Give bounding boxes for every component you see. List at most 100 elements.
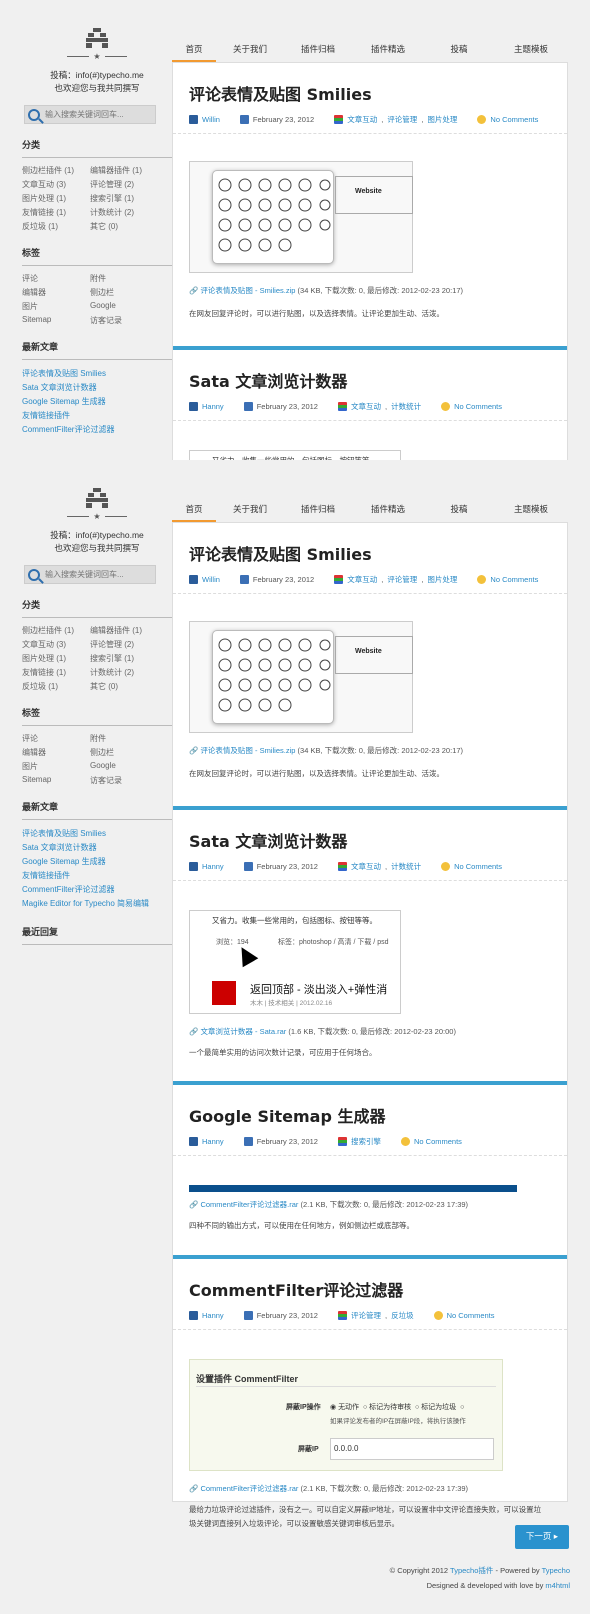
attachment-link[interactable]: 评论表情及贴图 - Smilies.zip bbox=[200, 286, 295, 295]
nav-submit[interactable]: 投稿 bbox=[424, 498, 494, 522]
recent-link[interactable]: 友情链接插件 bbox=[22, 409, 172, 423]
recent-link[interactable]: Magike Editor for Typecho 简易编辑 bbox=[22, 897, 172, 911]
category-link[interactable]: 其它 (0) bbox=[90, 681, 160, 692]
attachment-link[interactable]: CommentFilter评论过滤器.rar bbox=[200, 1200, 298, 1209]
tag-link[interactable]: 评论 bbox=[22, 273, 90, 284]
attachment-link[interactable]: 评论表情及贴图 - Smilies.zip bbox=[200, 746, 295, 755]
footer-link-typecho[interactable]: Typecho bbox=[542, 1566, 570, 1575]
post-title[interactable]: 评论表情及贴图 Smilies bbox=[189, 541, 567, 565]
footer-link-typecho-plugins[interactable]: Typecho插件 bbox=[450, 1566, 493, 1575]
comments-link[interactable]: No Comments bbox=[490, 575, 538, 584]
category-link[interactable]: 文章互动 bbox=[347, 114, 377, 125]
tag-link[interactable]: 访客记录 bbox=[90, 775, 160, 786]
tag-link[interactable]: Sitemap bbox=[22, 775, 90, 786]
tag-link[interactable]: 侧边栏 bbox=[90, 747, 160, 758]
tag-link[interactable]: 访客记录 bbox=[90, 315, 160, 326]
post-title[interactable]: 评论表情及贴图 Smilies bbox=[189, 81, 567, 105]
comments-link[interactable]: No Comments bbox=[447, 1311, 495, 1320]
category-link[interactable]: 友情链接 (1) bbox=[22, 207, 90, 218]
category-link[interactable]: 反垃圾 (1) bbox=[22, 681, 90, 692]
tag-link[interactable]: 图片 bbox=[22, 301, 90, 312]
author-link[interactable]: Hanny bbox=[202, 1137, 224, 1146]
category-link[interactable]: 评论管理 bbox=[351, 1310, 381, 1321]
nav-themes[interactable]: 主题模板 bbox=[494, 38, 568, 62]
tag-link[interactable]: 编辑器 bbox=[22, 287, 90, 298]
recent-link[interactable]: Sata 文章浏览计数器 bbox=[22, 381, 172, 395]
nav-about[interactable]: 关于我们 bbox=[216, 38, 284, 62]
category-link[interactable]: 评论管理 (2) bbox=[90, 639, 160, 650]
category-link[interactable]: 侧边栏插件 (1) bbox=[22, 165, 90, 176]
author-link[interactable]: Hanny bbox=[202, 1311, 224, 1320]
tag-link[interactable]: 附件 bbox=[90, 273, 160, 284]
category-link[interactable]: 侧边栏插件 (1) bbox=[22, 625, 90, 636]
recent-link[interactable]: Sata 文章浏览计数器 bbox=[22, 841, 172, 855]
category-link[interactable]: 图片处理 (1) bbox=[22, 193, 90, 204]
recent-link[interactable]: Google Sitemap 生成器 bbox=[22, 395, 172, 409]
category-link[interactable]: 计数统计 bbox=[391, 861, 421, 872]
category-link[interactable]: 评论管理 bbox=[387, 114, 417, 125]
search-input[interactable] bbox=[45, 570, 145, 579]
tag-link[interactable]: 评论 bbox=[22, 733, 90, 744]
category-link[interactable]: 文章互动 bbox=[351, 861, 381, 872]
nav-featured[interactable]: 插件精选 bbox=[352, 498, 424, 522]
category-link[interactable]: 图片处理 bbox=[427, 574, 457, 585]
recent-link[interactable]: 评论表情及贴图 Smilies bbox=[22, 367, 172, 381]
recent-link[interactable]: CommentFilter评论过滤器 bbox=[22, 883, 172, 897]
category-link[interactable]: 文章互动 bbox=[351, 401, 381, 412]
category-link[interactable]: 编辑器插件 (1) bbox=[90, 625, 160, 636]
comments-link[interactable]: No Comments bbox=[454, 862, 502, 871]
category-link[interactable]: 反垃圾 (1) bbox=[22, 221, 90, 232]
category-link[interactable]: 文章互动 bbox=[347, 574, 377, 585]
tag-link[interactable]: Google bbox=[90, 761, 160, 772]
author-link[interactable]: Willin bbox=[202, 575, 220, 584]
recent-link[interactable]: Google Sitemap 生成器 bbox=[22, 855, 172, 869]
category-link[interactable]: 评论管理 (2) bbox=[90, 179, 160, 190]
recent-link[interactable]: 友情链接插件 bbox=[22, 869, 172, 883]
nav-featured[interactable]: 插件精选 bbox=[352, 38, 424, 62]
tag-link[interactable]: 图片 bbox=[22, 761, 90, 772]
category-link[interactable]: 图片处理 (1) bbox=[22, 653, 90, 664]
category-link[interactable]: 计数统计 (2) bbox=[90, 667, 160, 678]
category-link[interactable]: 编辑器插件 (1) bbox=[90, 165, 160, 176]
site-logo[interactable]: ★ bbox=[57, 28, 137, 61]
nav-about[interactable]: 关于我们 bbox=[216, 498, 284, 522]
footer-link-m4html[interactable]: m4html bbox=[545, 1581, 570, 1590]
nav-home[interactable]: 首页 bbox=[172, 498, 216, 522]
search-box[interactable] bbox=[24, 565, 156, 584]
category-link[interactable]: 反垃圾 bbox=[391, 1310, 414, 1321]
category-link[interactable]: 友情链接 (1) bbox=[22, 667, 90, 678]
category-link[interactable]: 搜索引擎 (1) bbox=[90, 193, 160, 204]
next-page-button[interactable]: 下一页 ▸ bbox=[515, 1525, 569, 1549]
category-link[interactable]: 其它 (0) bbox=[90, 221, 160, 232]
post-title[interactable]: CommentFilter评论过滤器 bbox=[189, 1277, 567, 1301]
site-logo[interactable]: ★ bbox=[57, 488, 137, 521]
search-box[interactable] bbox=[24, 105, 156, 124]
search-input[interactable] bbox=[45, 110, 145, 119]
nav-themes[interactable]: 主题模板 bbox=[494, 498, 568, 522]
attachment-link[interactable]: CommentFilter评论过滤器.rar bbox=[200, 1484, 298, 1493]
post-title[interactable]: Sata 文章浏览计数器 bbox=[189, 828, 567, 852]
nav-archive[interactable]: 插件归档 bbox=[284, 498, 352, 522]
recent-link[interactable]: 评论表情及贴图 Smilies bbox=[22, 827, 172, 841]
category-link[interactable]: 文章互动 (3) bbox=[22, 639, 90, 650]
post-title[interactable]: Google Sitemap 生成器 bbox=[189, 1103, 567, 1127]
category-link[interactable]: 文章互动 (3) bbox=[22, 179, 90, 190]
category-link[interactable]: 图片处理 bbox=[427, 114, 457, 125]
nav-home[interactable]: 首页 bbox=[172, 38, 216, 62]
nav-archive[interactable]: 插件归档 bbox=[284, 38, 352, 62]
author-link[interactable]: Willin bbox=[202, 115, 220, 124]
tag-link[interactable]: 附件 bbox=[90, 733, 160, 744]
comments-link[interactable]: No Comments bbox=[414, 1137, 462, 1146]
category-link[interactable]: 搜索引擎 bbox=[351, 1136, 381, 1147]
author-link[interactable]: Hanny bbox=[202, 862, 224, 871]
category-link[interactable]: 计数统计 (2) bbox=[90, 207, 160, 218]
comments-link[interactable]: No Comments bbox=[454, 402, 502, 411]
recent-link[interactable]: CommentFilter评论过滤器 bbox=[22, 423, 172, 437]
tag-link[interactable]: 编辑器 bbox=[22, 747, 90, 758]
category-link[interactable]: 搜索引擎 (1) bbox=[90, 653, 160, 664]
post-title[interactable]: Sata 文章浏览计数器 bbox=[189, 368, 567, 392]
comments-link[interactable]: No Comments bbox=[490, 115, 538, 124]
nav-submit[interactable]: 投稿 bbox=[424, 38, 494, 62]
author-link[interactable]: Hanny bbox=[202, 402, 224, 411]
tag-link[interactable]: 侧边栏 bbox=[90, 287, 160, 298]
